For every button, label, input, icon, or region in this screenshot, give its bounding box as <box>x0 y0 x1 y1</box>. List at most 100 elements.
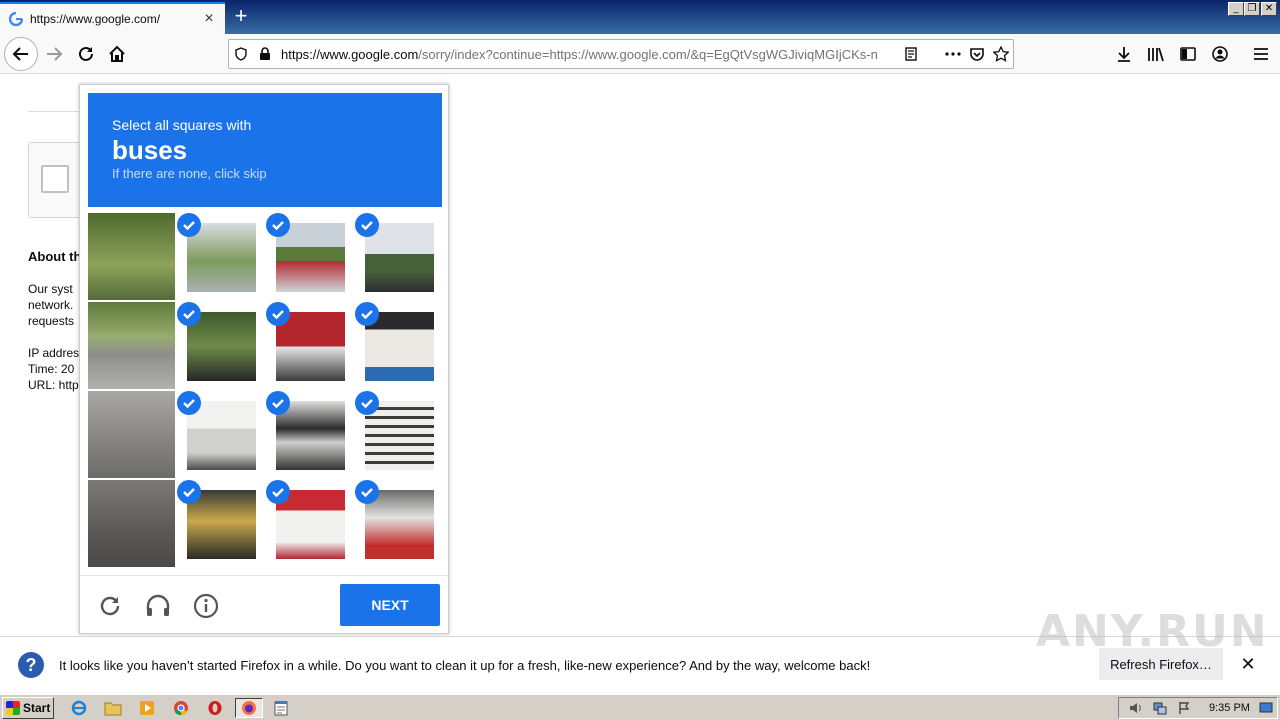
sidebar-button[interactable] <box>1172 38 1204 70</box>
audio-challenge-icon[interactable] <box>144 592 172 620</box>
show-desktop-icon[interactable] <box>1255 698 1277 718</box>
skip-hint-text: If there are none, click skip <box>112 166 267 181</box>
captcha-tile[interactable] <box>266 213 353 300</box>
info-icon[interactable] <box>192 592 220 620</box>
checkmark-icon <box>177 302 201 326</box>
checkmark-icon <box>177 480 201 504</box>
notepad-icon[interactable] <box>270 698 292 718</box>
checkmark-icon <box>266 391 290 415</box>
url-text[interactable]: https://www.google.com/sorry/index?conti… <box>277 47 899 62</box>
tab-google[interactable]: https://www.google.com/ × <box>0 2 225 34</box>
captcha-tile[interactable] <box>355 302 442 389</box>
challenge-header: Select all squares with buses If there a… <box>88 93 442 207</box>
captcha-tile[interactable] <box>266 391 353 478</box>
tab-close-icon[interactable]: × <box>201 11 217 27</box>
account-button[interactable] <box>1204 38 1236 70</box>
page-text-line: network. <box>28 298 74 312</box>
page-text-line: URL: http <box>28 378 79 392</box>
page-text-line: IP addres <box>28 346 80 360</box>
media-player-icon[interactable] <box>136 698 158 718</box>
checkmark-icon <box>355 391 379 415</box>
reload-button[interactable] <box>70 38 102 70</box>
library-button[interactable] <box>1140 38 1172 70</box>
instruction-text: Select all squares with <box>112 117 252 133</box>
close-window-button[interactable]: ✕ <box>1261 2 1277 16</box>
page-text-line: Our syst <box>28 282 73 296</box>
action-center-flag-icon[interactable] <box>1173 698 1195 718</box>
forward-button[interactable] <box>38 38 70 70</box>
captcha-tile[interactable] <box>88 480 175 567</box>
url-bar[interactable]: https://www.google.com/sorry/index?conti… <box>228 39 1014 69</box>
tile-image <box>88 302 175 389</box>
tile-image <box>88 480 175 567</box>
opera-icon[interactable] <box>204 698 226 718</box>
menu-button[interactable] <box>1245 38 1277 70</box>
minimize-button[interactable]: _ <box>1228 2 1244 16</box>
firefox-icon <box>242 701 256 715</box>
tile-image <box>88 213 175 300</box>
sidebar-icon <box>1180 47 1196 61</box>
pocket-icon[interactable] <box>965 40 989 68</box>
bookmark-star-icon[interactable] <box>989 40 1013 68</box>
system-tray: 9:35 PM <box>1118 697 1278 719</box>
home-button[interactable] <box>101 38 133 70</box>
captcha-tile[interactable] <box>355 391 442 478</box>
download-icon <box>1118 47 1130 62</box>
captcha-tile[interactable] <box>88 391 175 478</box>
recaptcha-checkbox[interactable] <box>41 165 69 193</box>
captcha-tile[interactable] <box>177 302 264 389</box>
tracking-shield-icon[interactable] <box>229 40 253 68</box>
challenge-footer: NEXT <box>80 575 448 633</box>
account-icon <box>1212 46 1228 62</box>
volume-icon[interactable] <box>1125 698 1147 718</box>
start-label: Start <box>23 701 51 715</box>
reload-challenge-icon[interactable] <box>96 592 124 620</box>
page-text-line: Time: 20 <box>28 362 75 376</box>
captcha-tile[interactable] <box>266 302 353 389</box>
about-heading: About th <box>28 249 82 264</box>
notification-message: It looks like you haven’t started Firefo… <box>59 658 871 673</box>
captcha-tile[interactable] <box>266 480 353 567</box>
page-actions-icon[interactable] <box>941 40 965 68</box>
captcha-tile[interactable] <box>355 480 442 567</box>
notification-close-icon[interactable]: ✕ <box>1240 655 1256 673</box>
captcha-tile[interactable] <box>177 480 264 567</box>
chrome-icon[interactable] <box>170 698 192 718</box>
recaptcha-challenge-popup: Select all squares with buses If there a… <box>79 84 449 634</box>
restore-button[interactable]: ❐ <box>1244 2 1260 16</box>
target-object-label: buses <box>112 135 188 165</box>
ie-icon[interactable] <box>68 698 90 718</box>
new-tab-button[interactable]: + <box>226 2 256 32</box>
checkmark-icon <box>177 391 201 415</box>
forward-arrow-icon <box>47 47 63 61</box>
reader-view-icon[interactable] <box>899 40 923 68</box>
downloads-button[interactable] <box>1108 38 1140 70</box>
explorer-folder-icon[interactable] <box>102 698 124 718</box>
checkmark-icon <box>355 302 379 326</box>
firefox-taskbar-button[interactable] <box>235 698 263 718</box>
network-icon[interactable] <box>1149 698 1171 718</box>
captcha-tile[interactable] <box>88 213 175 300</box>
reload-icon <box>79 46 93 61</box>
start-button[interactable]: Start <box>2 697 54 719</box>
lock-icon[interactable] <box>253 40 277 68</box>
captcha-tile[interactable] <box>177 391 264 478</box>
captcha-tile[interactable] <box>177 213 264 300</box>
captcha-tile[interactable] <box>355 213 442 300</box>
question-icon: ? <box>18 652 44 678</box>
next-button[interactable]: NEXT <box>340 584 440 626</box>
google-favicon-icon <box>8 11 24 27</box>
hamburger-menu-icon <box>1254 48 1268 60</box>
back-button[interactable] <box>4 37 38 71</box>
checkmark-icon <box>177 213 201 237</box>
windows-taskbar: Start 9:35 PM <box>0 694 1280 720</box>
clock[interactable]: 9:35 PM <box>1209 702 1250 714</box>
windows-logo-icon <box>6 701 20 715</box>
nav-toolbar: https://www.google.com/sorry/index?conti… <box>0 34 1280 74</box>
checkmark-icon <box>355 480 379 504</box>
captcha-tile[interactable] <box>88 302 175 389</box>
tile-image <box>88 391 175 478</box>
anyrun-watermark: ANY.RUN <box>1036 606 1269 657</box>
tab-title: https://www.google.com/ <box>30 12 161 26</box>
home-icon <box>109 45 125 62</box>
